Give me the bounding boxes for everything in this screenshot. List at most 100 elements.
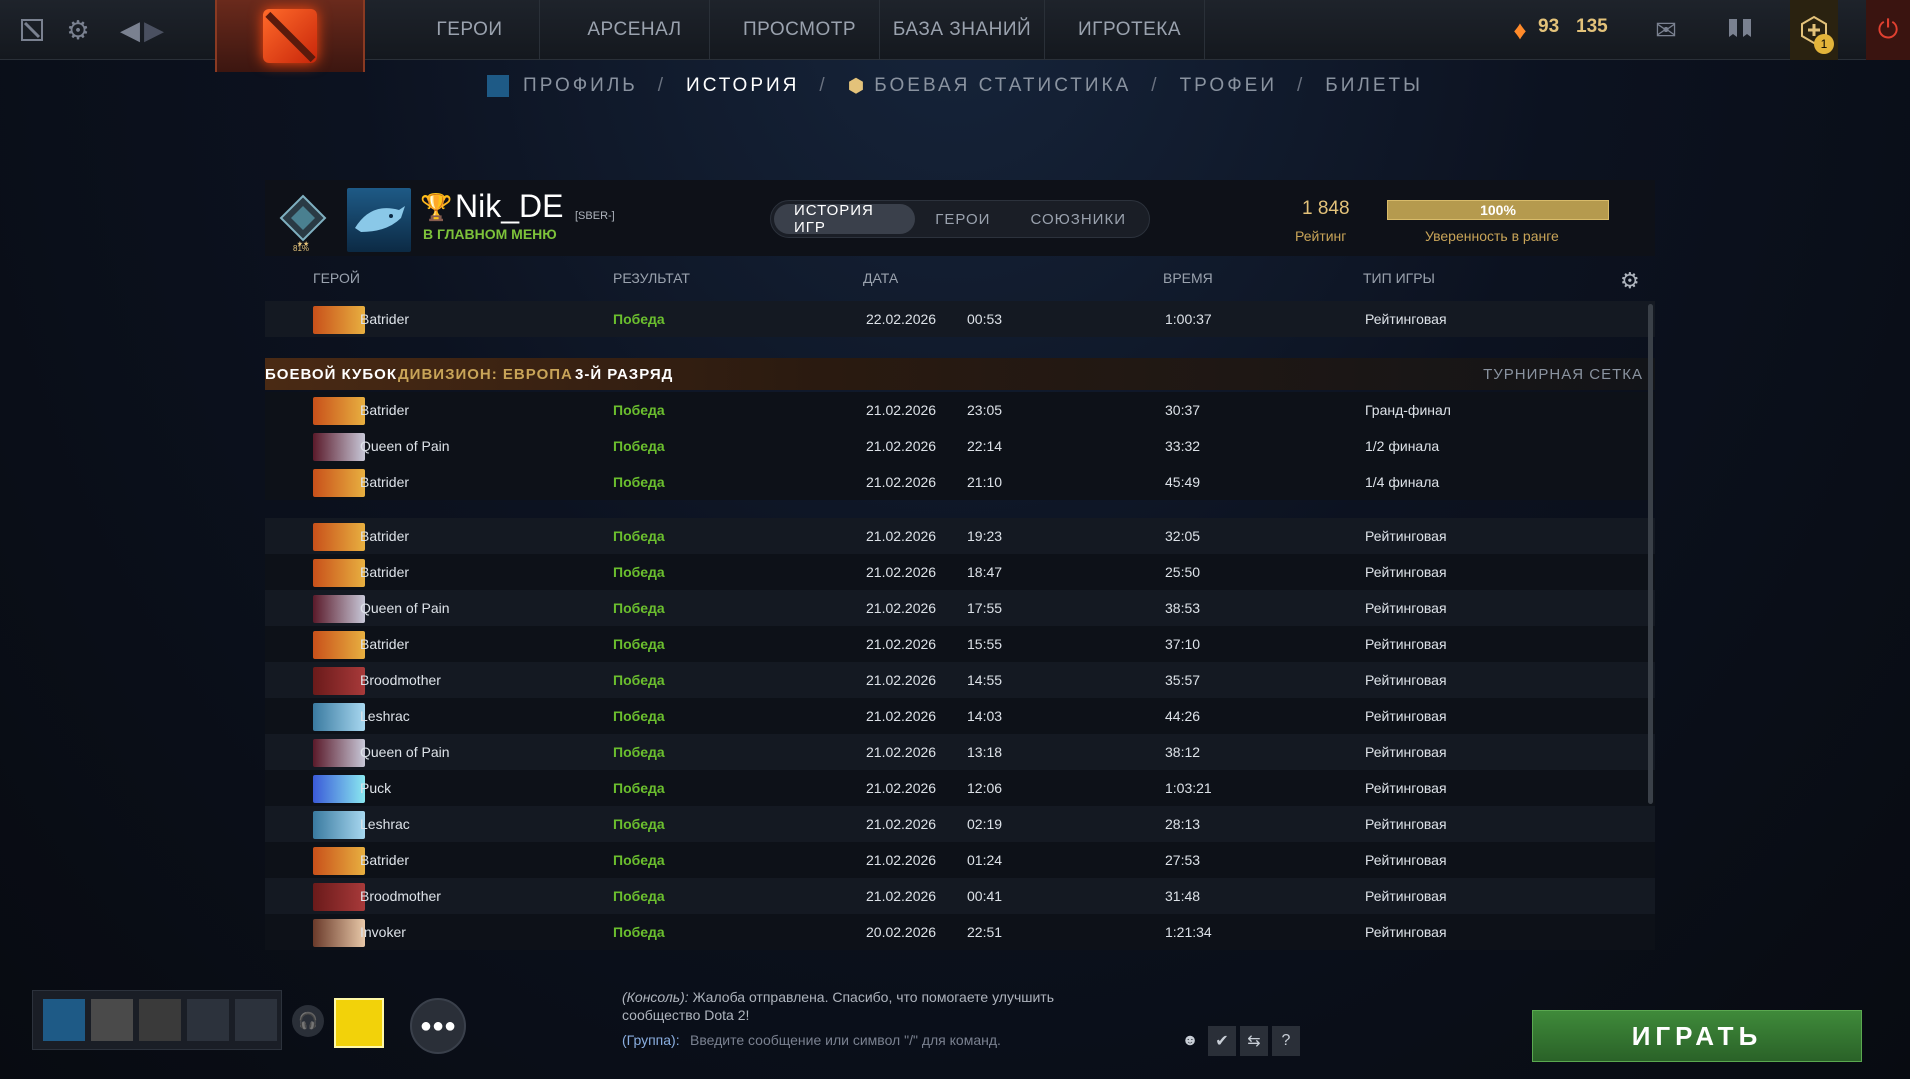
col-time[interactable]: ВРЕМЯ — [1163, 270, 1213, 286]
match-result: Победа — [613, 636, 665, 652]
table-row[interactable]: Queen of Pain Победа 21.02.2026 17:55 38:53 Р… — [265, 590, 1655, 626]
match-date: 21.02.2026 — [866, 816, 937, 832]
party-empty-slot[interactable] — [187, 999, 229, 1041]
subnav-profile[interactable]: ПРОФИЛЬ — [523, 75, 638, 97]
settings-gear-icon[interactable]: ⚙ — [1620, 268, 1640, 294]
tournament-bracket-link[interactable]: ТУРНИРНАЯ СЕТКА — [1483, 366, 1643, 383]
party-avatar[interactable] — [139, 999, 181, 1041]
match-duration: 28:13 — [1165, 816, 1201, 832]
table-row[interactable]: Puck Победа 21.02.2026 12:06 1:03:21 Рейтинго… — [265, 770, 1655, 806]
table-row[interactable]: Batrider Победа 21.02.2026 23:05 30:37 Гранд-… — [265, 392, 1655, 428]
table-row[interactable]: Batrider Победа 21.02.2026 15:55 37:10 Рейтин… — [265, 626, 1655, 662]
rank-percent: 81% — [293, 244, 310, 253]
subnav-battle-stats[interactable]: БОЕВАЯ СТАТИСТИКА — [874, 75, 1131, 97]
hero-portrait — [313, 469, 365, 497]
rank-medal-icon[interactable]: ★★ — [273, 188, 333, 248]
table-row[interactable]: Broodmother Победа 21.02.2026 00:41 31:48 Рей… — [265, 878, 1655, 914]
match-duration: 30:37 — [1165, 402, 1201, 418]
plus-icon: ⬢ — [847, 75, 865, 97]
checkmark-icon[interactable]: ✔ — [1208, 1026, 1236, 1056]
hero-name: Puck — [360, 780, 392, 796]
table-row[interactable]: Leshrac Победа 21.02.2026 14:03 44:26 Рейтинг… — [265, 698, 1655, 734]
coins-count: 135 — [1576, 16, 1608, 37]
match-duration: 38:53 — [1165, 600, 1201, 616]
hero-name: Broodmother — [360, 888, 441, 904]
match-date: 21.02.2026 — [866, 564, 937, 580]
guild-banner-icon[interactable] — [1720, 0, 1760, 60]
team-tag[interactable]: [SBER-] — [575, 210, 615, 222]
dota-logo-icon — [263, 9, 317, 63]
tab-match-history[interactable]: ИСТОРИЯ ИГР — [774, 202, 916, 236]
match-date: 21.02.2026 — [866, 780, 937, 796]
nav-armory[interactable]: АРСЕНАЛ — [560, 0, 710, 60]
headset-icon[interactable]: 🎧 — [292, 1005, 324, 1037]
emoticon-icon[interactable]: ☻ — [1176, 1026, 1204, 1056]
hero-portrait — [313, 397, 365, 425]
console-prefix: (Консоль): — [622, 989, 689, 1005]
gear-icon[interactable]: ⚙ — [60, 0, 96, 60]
match-date: 22.02.2026 — [866, 311, 937, 327]
chat-input[interactable]: Введите сообщение или символ "/" для ком… — [690, 1032, 1001, 1048]
shard-icon[interactable]: ♦ — [1505, 0, 1535, 60]
hero-name: Broodmother — [360, 672, 441, 688]
nav-watch[interactable]: ПРОСМОТР — [720, 0, 880, 60]
play-button[interactable]: ИГРАТЬ — [1532, 1010, 1862, 1062]
match-clock: 22:14 — [967, 438, 1003, 454]
player-nickname: Nik_DE — [455, 188, 564, 224]
back-arrow-icon[interactable]: ◀ — [118, 0, 142, 60]
subnav-history[interactable]: ИСТОРИЯ — [686, 75, 799, 97]
power-icon[interactable]: ⏻ — [1866, 0, 1910, 60]
col-result[interactable]: РЕЗУЛЬТАТ — [613, 270, 690, 286]
match-clock: 14:55 — [967, 672, 1003, 688]
table-row[interactable]: Queen of Pain Победа 21.02.2026 22:14 33:32 1… — [265, 428, 1655, 464]
party-avatar-self[interactable] — [43, 999, 85, 1041]
chat-wheel-icon[interactable]: ⇆ — [1240, 1026, 1268, 1056]
match-duration: 1:03:21 — [1165, 780, 1212, 796]
avatar[interactable] — [347, 188, 411, 252]
col-game-type[interactable]: ТИП ИГРЫ — [1363, 270, 1435, 286]
match-duration: 1:00:37 — [1165, 311, 1212, 327]
nav-arcade[interactable]: ИГРОТЕКА — [1055, 0, 1205, 60]
party-empty-slot[interactable] — [235, 999, 277, 1041]
subnav-trophies[interactable]: ТРОФЕИ — [1180, 75, 1277, 97]
mail-icon[interactable]: ✉ — [1648, 0, 1684, 60]
table-row[interactable]: Batrider Победа 21.02.2026 18:47 25:50 Рейтин… — [265, 554, 1655, 590]
table-row[interactable]: Batrider Победа 21.02.2026 01:24 27:53 Рейтин… — [265, 842, 1655, 878]
match-clock: 15:55 — [967, 636, 1003, 652]
nav-heroes[interactable]: ГЕРОИ — [400, 0, 540, 60]
help-icon[interactable]: ? — [1272, 1026, 1300, 1056]
party-finder-button[interactable]: ●●● — [410, 998, 466, 1054]
col-date[interactable]: ДАТА — [863, 270, 898, 286]
game-type: Рейтинговая — [1365, 672, 1447, 688]
guild-logo[interactable] — [334, 998, 384, 1048]
hero-name: Queen of Pain — [360, 744, 450, 760]
table-row[interactable]: Batrider Победа 21.02.2026 21:10 45:49 1/4 фи… — [265, 464, 1655, 500]
hero-name: Batrider — [360, 474, 410, 490]
forward-arrow-icon[interactable]: ▶ — [142, 0, 166, 60]
table-row[interactable]: Invoker Победа 20.02.2026 22:51 1:21:34 Рейти… — [265, 914, 1655, 950]
col-hero[interactable]: ГЕРОЙ — [313, 270, 360, 286]
match-clock: 17:55 — [967, 600, 1003, 616]
table-row[interactable]: Batrider Победа 21.02.2026 19:23 32:05 Рейтин… — [265, 518, 1655, 554]
party-avatar[interactable] — [91, 999, 133, 1041]
match-result: Победа — [613, 816, 665, 832]
top-bar: ⚙ ◀ ▶ ГЕРОИ АРСЕНАЛ ПРОСМОТР БАЗА ЗНАНИЙ… — [0, 0, 1910, 72]
tab-heroes[interactable]: ГЕРОИ — [915, 204, 1010, 234]
match-duration: 31:48 — [1165, 888, 1201, 904]
chat-channel-label[interactable]: (Группа): — [622, 1032, 680, 1048]
nav-knowledge-base[interactable]: БАЗА ЗНАНИЙ — [880, 0, 1045, 60]
game-type: Рейтинговая — [1365, 528, 1447, 544]
match-clock: 12:06 — [967, 780, 1003, 796]
hero-portrait — [313, 631, 365, 659]
table-row[interactable]: Batrider Победа 22.02.2026 00:53 1:00:37 Рейт… — [265, 301, 1655, 337]
subnav-separator: / — [1296, 75, 1306, 96]
tab-allies[interactable]: СОЮЗНИКИ — [1010, 204, 1146, 234]
dota-menu-icon[interactable] — [14, 0, 50, 60]
table-row[interactable]: Leshrac Победа 21.02.2026 02:19 28:13 Рейтинг… — [265, 806, 1655, 842]
scrollbar[interactable] — [1648, 304, 1653, 804]
table-row[interactable]: Broodmother Победа 21.02.2026 14:55 35:57 Рей… — [265, 662, 1655, 698]
hero-portrait — [313, 847, 365, 875]
table-row[interactable]: Queen of Pain Победа 21.02.2026 13:18 38:12 Р… — [265, 734, 1655, 770]
subnav-tickets[interactable]: БИЛЕТЫ — [1325, 75, 1423, 97]
rank-confidence-bar: 100% — [1387, 200, 1609, 220]
